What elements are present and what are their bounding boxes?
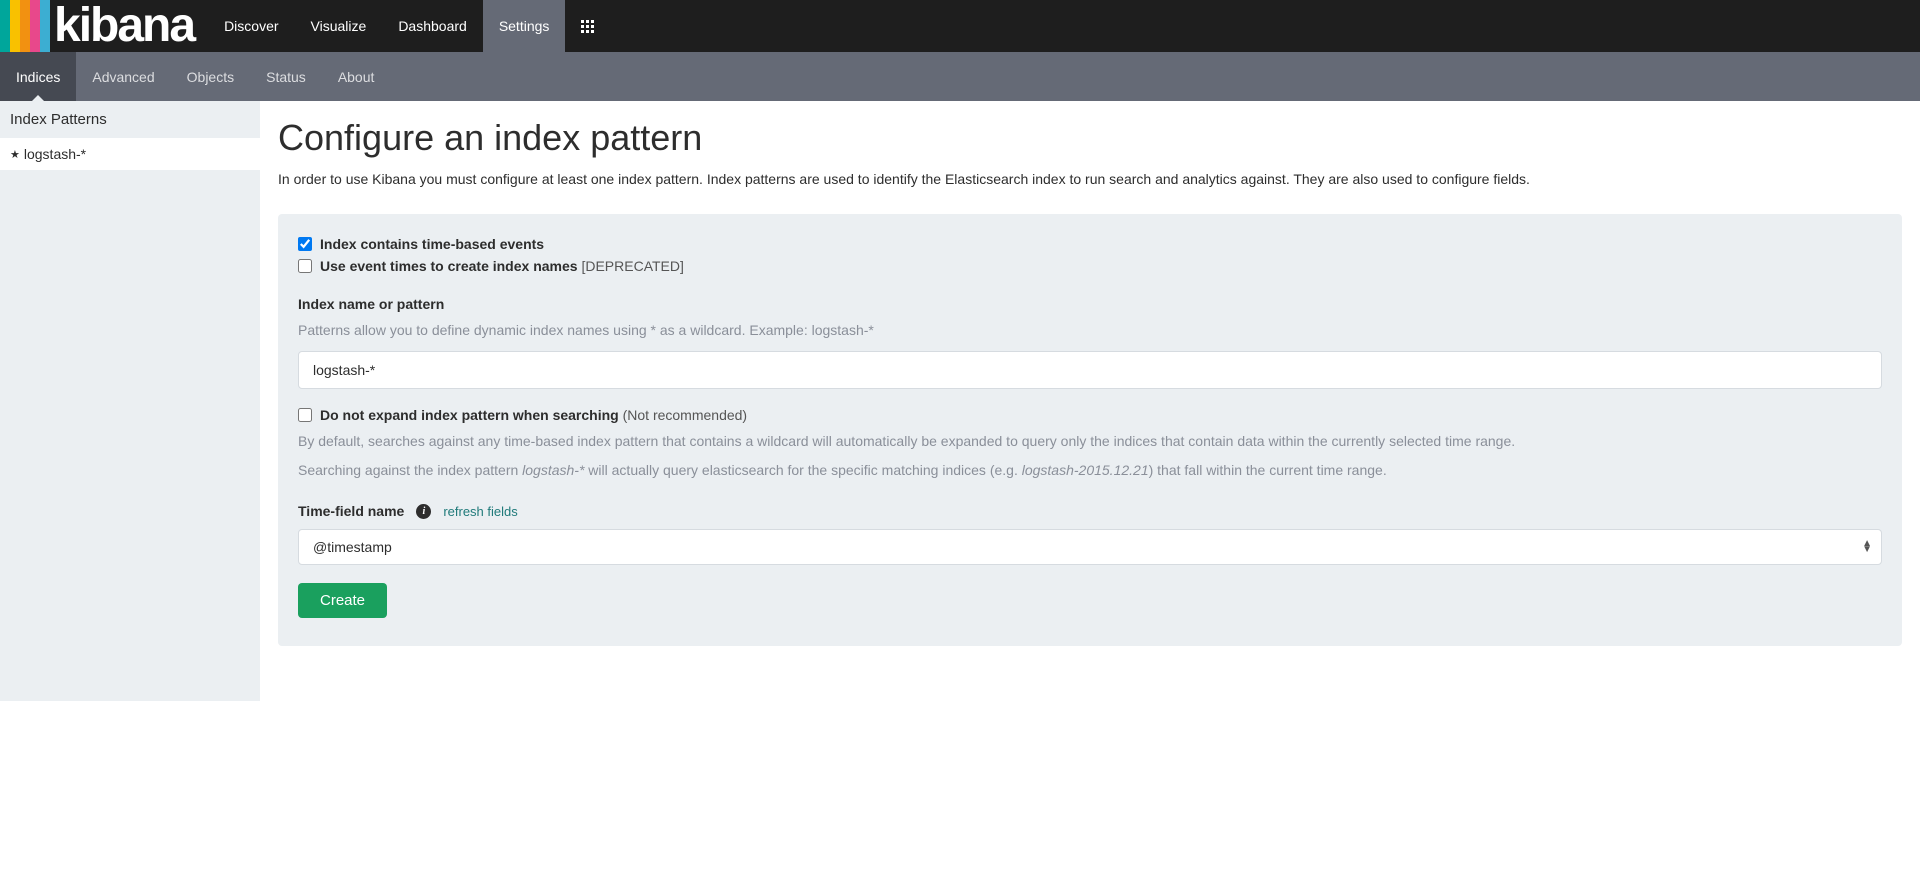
checkbox-no-expand-label[interactable]: Do not expand index pattern when searchi… bbox=[320, 407, 747, 423]
subnav-indices[interactable]: Indices bbox=[0, 52, 76, 101]
info-icon[interactable]: i bbox=[416, 504, 431, 519]
expand-desc-1: By default, searches against any time-ba… bbox=[298, 431, 1882, 452]
index-name-hint: Patterns allow you to define dynamic ind… bbox=[298, 320, 1882, 341]
main-content: Configure an index pattern In order to u… bbox=[260, 101, 1920, 701]
configure-panel: Index contains time-based events Use eve… bbox=[278, 214, 1902, 646]
time-field-label: Time-field name bbox=[298, 503, 404, 519]
checkbox-row-no-expand: Do not expand index pattern when searchi… bbox=[298, 407, 1882, 423]
sidebar-item-label: logstash-* bbox=[24, 146, 86, 162]
nav-visualize[interactable]: Visualize bbox=[295, 0, 383, 52]
subnav-status[interactable]: Status bbox=[250, 52, 322, 101]
star-icon: ★ bbox=[10, 148, 20, 161]
checkbox-time-events-label[interactable]: Index contains time-based events bbox=[320, 236, 544, 252]
checkbox-no-expand[interactable] bbox=[298, 408, 312, 422]
checkbox-row-event-times: Use event times to create index names [D… bbox=[298, 258, 1882, 274]
subnav-advanced[interactable]: Advanced bbox=[76, 52, 170, 101]
sidebar: Index Patterns ★ logstash-* bbox=[0, 101, 260, 701]
checkbox-row-time-events: Index contains time-based events bbox=[298, 236, 1882, 252]
index-name-label: Index name or pattern bbox=[298, 296, 1882, 312]
time-field-select-wrap: @timestamp ▲▼ bbox=[298, 529, 1882, 565]
top-nav-bar: kibana Discover Visualize Dashboard Sett… bbox=[0, 0, 1920, 52]
checkbox-time-events[interactable] bbox=[298, 237, 312, 251]
nav-settings[interactable]: Settings bbox=[483, 0, 566, 52]
time-field-row: Time-field name i refresh fields bbox=[298, 503, 1882, 519]
index-name-input[interactable] bbox=[298, 351, 1882, 389]
subnav-about[interactable]: About bbox=[322, 52, 391, 101]
page-description: In order to use Kibana you must configur… bbox=[278, 169, 1902, 190]
checkbox-event-times[interactable] bbox=[298, 259, 312, 273]
expand-desc-2: Searching against the index pattern logs… bbox=[298, 460, 1882, 481]
kibana-stripes-icon bbox=[0, 0, 50, 52]
nav-discover[interactable]: Discover bbox=[208, 0, 294, 52]
apps-grid-icon bbox=[581, 20, 594, 33]
checkbox-event-times-label[interactable]: Use event times to create index names [D… bbox=[320, 258, 684, 274]
main-nav: Discover Visualize Dashboard Settings bbox=[208, 0, 610, 52]
sidebar-header: Index Patterns bbox=[0, 101, 260, 138]
settings-subnav: Indices Advanced Objects Status About bbox=[0, 52, 1920, 101]
kibana-wordmark: kibana bbox=[54, 2, 194, 50]
nav-dashboard[interactable]: Dashboard bbox=[382, 0, 483, 52]
nav-apps[interactable] bbox=[565, 0, 610, 52]
create-button[interactable]: Create bbox=[298, 583, 387, 618]
subnav-objects[interactable]: Objects bbox=[171, 52, 250, 101]
time-field-select[interactable]: @timestamp bbox=[298, 529, 1882, 565]
refresh-fields-link[interactable]: refresh fields bbox=[443, 504, 517, 519]
sidebar-item-logstash[interactable]: ★ logstash-* bbox=[0, 138, 260, 170]
kibana-logo[interactable]: kibana bbox=[0, 0, 208, 52]
page-title: Configure an index pattern bbox=[278, 117, 1902, 159]
